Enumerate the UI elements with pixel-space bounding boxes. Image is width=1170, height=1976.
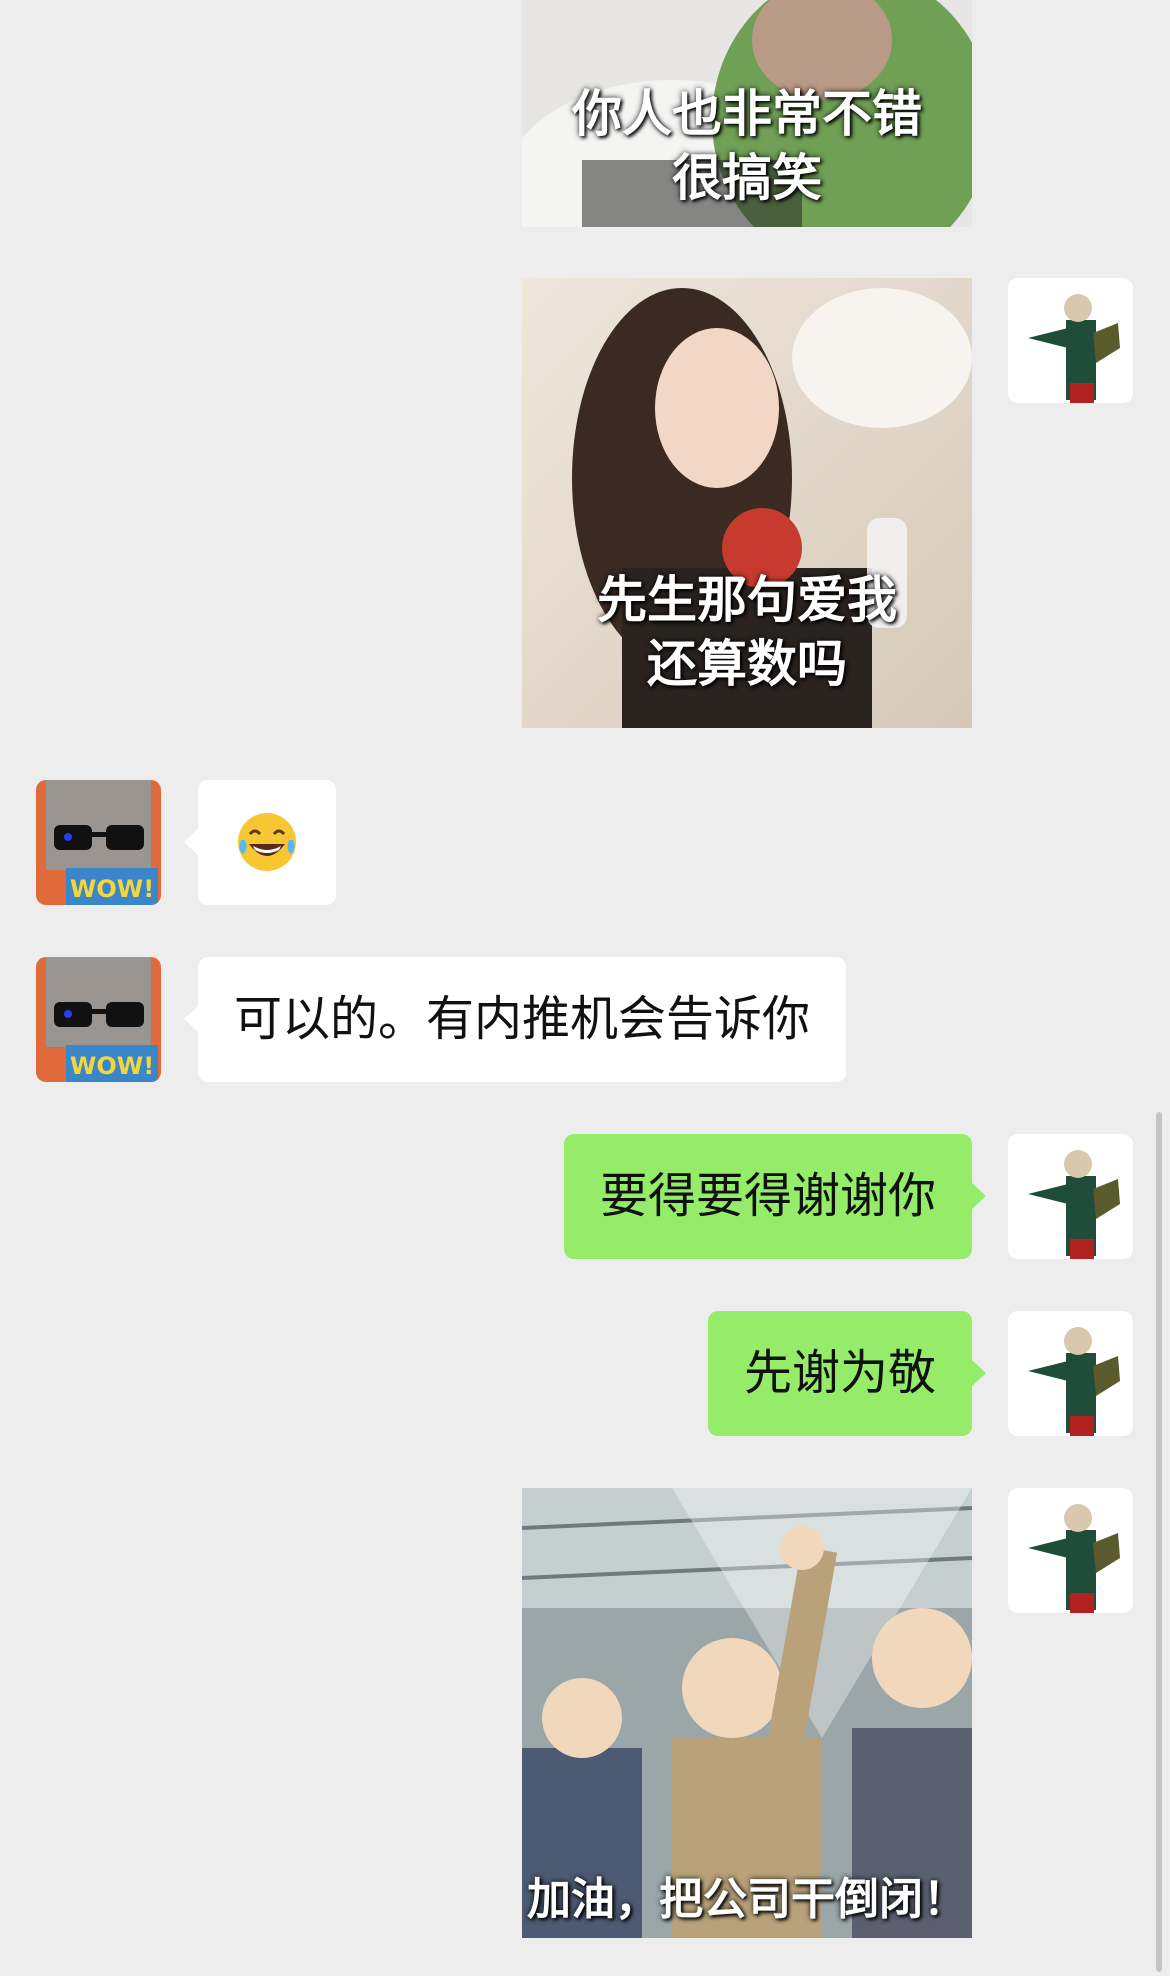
self-avatar[interactable] [1008,1488,1133,1613]
sticker-caption: 你人也非常不错 很搞笑 [572,85,922,207]
bubble-tail [184,829,198,855]
bubble-tail [972,1183,986,1209]
cat-sunglasses-avatar-icon: WOW! [36,957,161,1082]
anime-character-avatar-icon [1008,1488,1133,1613]
sticker-caption: 先生那句爱我 还算数吗 [597,571,897,693]
avatar-badge-text: WOW! [70,875,154,903]
joy-tears-emoji-icon [238,813,296,871]
self-avatar[interactable] [1008,1134,1133,1259]
sticker-image [522,1488,972,1938]
sticker-message[interactable]: 加油，把公司干倒闭！ [522,1488,972,1938]
self-avatar[interactable] [1008,1311,1133,1436]
cat-sunglasses-avatar-icon: WOW! [36,780,161,905]
emoji-bubble[interactable] [198,780,336,905]
sticker-message[interactable]: 先生那句爱我 还算数吗 [522,278,972,728]
text-bubble[interactable]: 可以的。有内推机会告诉你 [198,957,847,1082]
message-text: 可以的。有内推机会告诉你 [234,991,811,1047]
anime-character-avatar-icon [1008,1311,1133,1436]
anime-character-avatar-icon [1008,278,1133,403]
contact-avatar[interactable]: WOW! [36,957,161,1082]
anime-character-avatar-icon [1008,1134,1133,1259]
text-bubble[interactable]: 先谢为敬 [707,1311,972,1436]
self-avatar[interactable] [1008,278,1133,403]
sticker-message[interactable]: 你人也非常不错 很搞笑 [522,0,972,227]
text-bubble[interactable]: 要得要得谢谢你 [563,1134,972,1259]
bubble-tail [184,1006,198,1032]
message-text: 要得要得谢谢你 [599,1168,936,1224]
sticker-caption: 加油，把公司干倒闭！ [527,1874,967,1925]
bubble-tail [972,1360,986,1386]
scrollbar[interactable] [1156,1112,1162,1972]
contact-avatar[interactable]: WOW! [36,780,161,905]
avatar-badge-text: WOW! [70,1052,154,1080]
message-text: 先谢为敬 [743,1345,936,1401]
chat-window[interactable]: 你人也非常不错 很搞笑 先生那句爱我 还算数吗 WOW! WOW! 可以的。有内… [0,0,1170,1976]
